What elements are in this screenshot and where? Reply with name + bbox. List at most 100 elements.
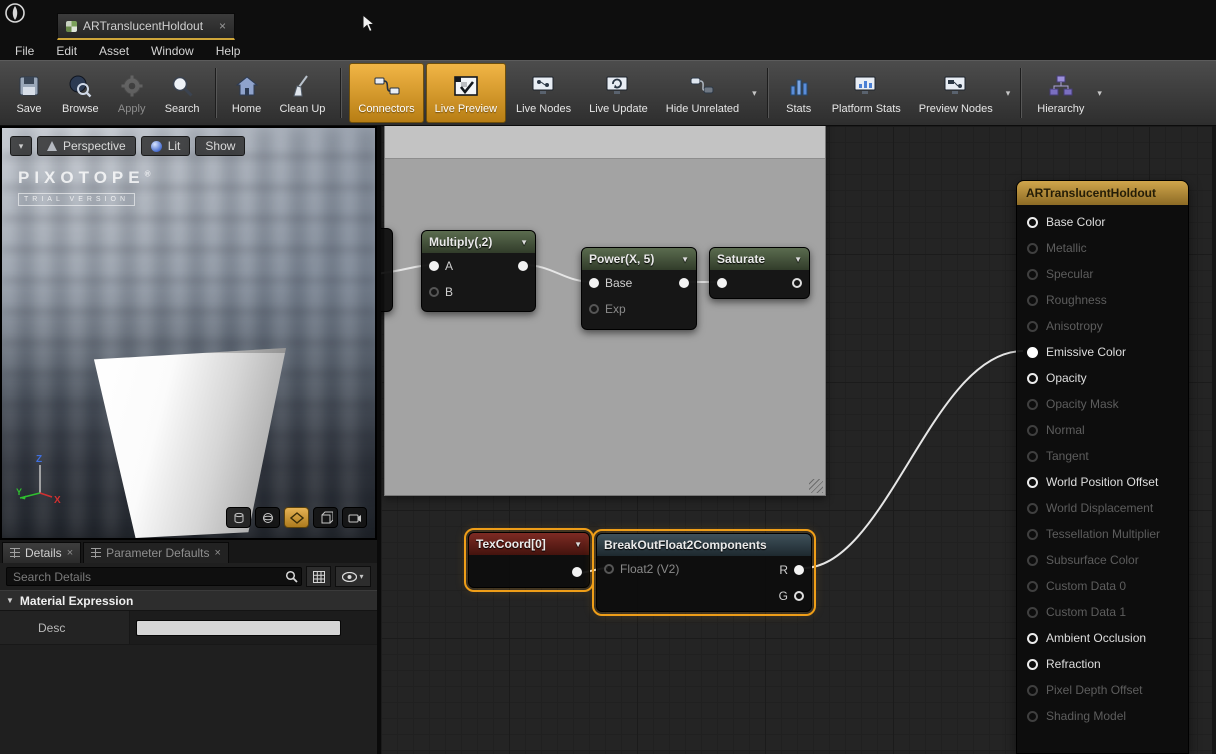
tab-close-icon[interactable]: ×	[215, 19, 226, 33]
result-pin-world-displacement[interactable]: World Displacement	[1017, 495, 1188, 521]
material-graph-canvas[interactable]: Multiply(,2) ▼ A B Power(X, 5) ▼ Base Ex…	[381, 126, 1212, 754]
result-pin-specular[interactable]: Specular	[1017, 261, 1188, 287]
result-pin-emissive-color[interactable]: Emissive Color	[1017, 339, 1188, 365]
live-preview-button[interactable]: Live Preview	[426, 63, 506, 123]
power-output-pin-icon[interactable]	[679, 278, 689, 288]
connectors-button[interactable]: Connectors	[349, 63, 423, 123]
shape-plane-button[interactable]	[284, 507, 309, 528]
pin-circle-icon[interactable]	[1027, 581, 1038, 592]
result-pin-normal[interactable]: Normal	[1017, 417, 1188, 443]
result-pin-anisotropy[interactable]: Anisotropy	[1017, 313, 1188, 339]
search-details-input[interactable]	[6, 567, 302, 586]
pin-circle-icon[interactable]	[1027, 243, 1038, 254]
clean-up-button[interactable]: Clean Up	[272, 63, 334, 123]
node-clipped-left[interactable]	[381, 228, 393, 312]
property-matrix-button[interactable]	[306, 566, 331, 587]
pin-circle-icon[interactable]	[1027, 295, 1038, 306]
result-pin-subsurface-color[interactable]: Subsurface Color	[1017, 547, 1188, 573]
menu-help[interactable]: Help	[205, 44, 252, 58]
pin-exp-icon[interactable]	[589, 304, 599, 314]
selected-mesh-button[interactable]	[342, 507, 367, 528]
saturate-output-pin-icon[interactable]	[792, 278, 802, 288]
stats-button[interactable]: Stats	[776, 63, 822, 123]
node-breakout-header[interactable]: BreakOutFloat2Components	[597, 534, 811, 556]
pin-circle-icon[interactable]	[1027, 633, 1038, 644]
menu-edit[interactable]: Edit	[45, 44, 88, 58]
pin-circle-icon[interactable]	[1027, 399, 1038, 410]
pin-circle-icon[interactable]	[1027, 347, 1038, 358]
pin-base-icon[interactable]	[589, 278, 599, 288]
show-button[interactable]: Show	[195, 136, 245, 156]
apply-button[interactable]: Apply	[109, 63, 155, 123]
live-nodes-button[interactable]: Live Nodes	[508, 63, 579, 123]
result-pin-roughness[interactable]: Roughness	[1017, 287, 1188, 313]
result-pin-world-position-offset[interactable]: World Position Offset	[1017, 469, 1188, 495]
pin-g-icon[interactable]	[794, 591, 804, 601]
texcoord-output-pin-icon[interactable]	[572, 567, 582, 577]
hierarchy-dropdown-icon[interactable]: ▾	[1094, 88, 1105, 99]
saturate-input-pin-icon[interactable]	[717, 278, 727, 288]
platform-stats-button[interactable]: Platform Stats	[824, 63, 909, 123]
preview-nodes-button[interactable]: Preview Nodes	[911, 63, 1001, 123]
save-button[interactable]: Save	[6, 63, 52, 123]
chevron-down-icon[interactable]: ▼	[574, 540, 582, 549]
material-expression-section-header[interactable]: ▼ Material Expression	[0, 590, 377, 611]
pin-circle-icon[interactable]	[1027, 685, 1038, 696]
pin-circle-icon[interactable]	[1027, 217, 1038, 228]
comment-box-header[interactable]	[385, 126, 825, 159]
pin-circle-icon[interactable]	[1027, 451, 1038, 462]
result-pin-ambient-occlusion[interactable]: Ambient Occlusion	[1017, 625, 1188, 651]
pin-circle-icon[interactable]	[1027, 659, 1038, 670]
shape-sphere-button[interactable]	[255, 507, 280, 528]
shape-cube-button[interactable]	[313, 507, 338, 528]
pin-circle-icon[interactable]	[1027, 269, 1038, 280]
result-pin-custom-data-1[interactable]: Custom Data 1	[1017, 599, 1188, 625]
node-multiply-header[interactable]: Multiply(,2) ▼	[422, 231, 535, 253]
desc-input[interactable]	[136, 620, 341, 636]
pin-circle-icon[interactable]	[1027, 529, 1038, 540]
pin-circle-icon[interactable]	[1027, 503, 1038, 514]
multiply-output-pin-icon[interactable]	[518, 261, 528, 271]
node-texcoord-header[interactable]: TexCoord[0] ▼	[469, 533, 589, 555]
node-multiply[interactable]: Multiply(,2) ▼ A B	[421, 230, 536, 312]
menu-window[interactable]: Window	[140, 44, 205, 58]
result-pin-pixel-depth-offset[interactable]: Pixel Depth Offset	[1017, 677, 1188, 703]
result-pin-shading-model[interactable]: Shading Model	[1017, 703, 1188, 729]
preview-nodes-dropdown-icon[interactable]: ▾	[1003, 88, 1014, 99]
node-power-header[interactable]: Power(X, 5) ▼	[582, 248, 696, 270]
node-power[interactable]: Power(X, 5) ▼ Base Exp	[581, 247, 697, 330]
details-tab-close-icon[interactable]: ×	[67, 547, 73, 559]
pin-circle-icon[interactable]	[1027, 321, 1038, 332]
pin-a-icon[interactable]	[429, 261, 439, 271]
viewport-options-dropdown[interactable]: ▾	[10, 136, 32, 156]
lit-button[interactable]: Lit	[141, 136, 191, 156]
browse-button[interactable]: Browse	[54, 63, 107, 123]
pin-circle-icon[interactable]	[1027, 555, 1038, 566]
hierarchy-button[interactable]: Hierarchy	[1029, 63, 1092, 123]
perspective-button[interactable]: Perspective	[37, 136, 136, 156]
result-pin-opacity-mask[interactable]: Opacity Mask	[1017, 391, 1188, 417]
node-texcoord[interactable]: TexCoord[0] ▼	[468, 532, 590, 588]
result-pin-refraction[interactable]: Refraction	[1017, 651, 1188, 677]
node-breakout-float2[interactable]: BreakOutFloat2Components Float2 (V2) R G	[596, 533, 812, 612]
chevron-down-icon[interactable]: ▼	[681, 255, 689, 264]
live-update-button[interactable]: Live Update	[581, 63, 656, 123]
result-pin-base-color[interactable]: Base Color	[1017, 209, 1188, 235]
result-node-header[interactable]: ARTranslucentHoldout	[1017, 181, 1188, 205]
result-pin-tangent[interactable]: Tangent	[1017, 443, 1188, 469]
tab-parameter-defaults[interactable]: Parameter Defaults ×	[83, 542, 229, 563]
node-saturate[interactable]: Saturate ▼	[709, 247, 810, 299]
menu-file[interactable]: File	[4, 44, 45, 58]
parameter-defaults-close-icon[interactable]: ×	[215, 547, 221, 559]
pin-circle-icon[interactable]	[1027, 477, 1038, 488]
pin-r-icon[interactable]	[794, 565, 804, 575]
node-result-artranslucentholdout[interactable]: ARTranslucentHoldout Base ColorMetallicS…	[1016, 180, 1189, 754]
pin-circle-icon[interactable]	[1027, 711, 1038, 722]
expand-triangle-icon[interactable]: ▼	[6, 596, 14, 605]
pin-circle-icon[interactable]	[1027, 425, 1038, 436]
hide-unrelated-dropdown-icon[interactable]: ▾	[749, 88, 760, 99]
shape-cylinder-button[interactable]	[226, 507, 251, 528]
float2-input-pin-icon[interactable]	[604, 564, 614, 574]
pin-circle-icon[interactable]	[1027, 373, 1038, 384]
node-saturate-header[interactable]: Saturate ▼	[710, 248, 809, 270]
